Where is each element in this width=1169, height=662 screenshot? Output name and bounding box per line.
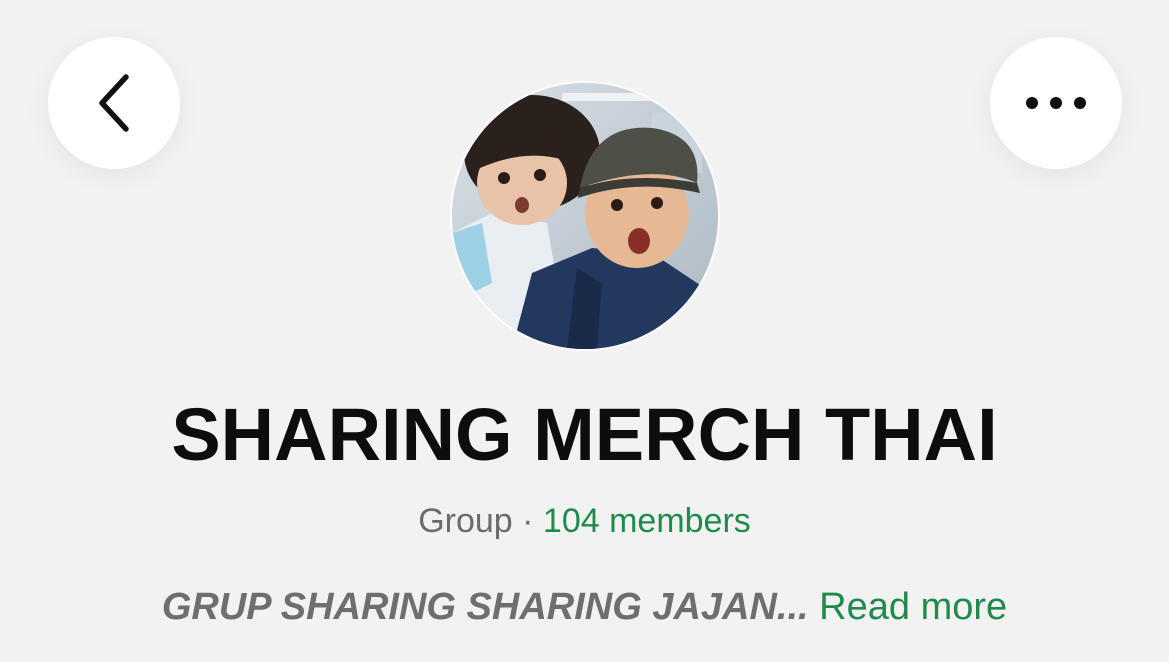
group-name: SHARING MERCH THAI xyxy=(171,393,998,476)
group-type-label: Group xyxy=(418,502,513,540)
avatar-photo xyxy=(452,83,718,349)
ellipsis-horizontal-icon xyxy=(1026,97,1086,109)
group-description: GRUP SHARING SHARING JAJAN... Read more xyxy=(0,586,1169,629)
read-more-link[interactable]: Read more xyxy=(819,586,1007,628)
group-profile-screen: SHARING MERCH THAI Group · 104 members G… xyxy=(0,0,1169,662)
more-options-button[interactable] xyxy=(990,37,1122,169)
back-button[interactable] xyxy=(48,37,180,169)
meta-separator: · xyxy=(512,502,543,540)
group-avatar[interactable] xyxy=(452,83,718,349)
group-meta: Group · 104 members xyxy=(0,502,1169,541)
description-text: GRUP SHARING SHARING JAJAN... xyxy=(161,586,809,628)
members-count-link[interactable]: 104 members xyxy=(543,502,751,540)
chevron-left-icon xyxy=(99,74,129,132)
